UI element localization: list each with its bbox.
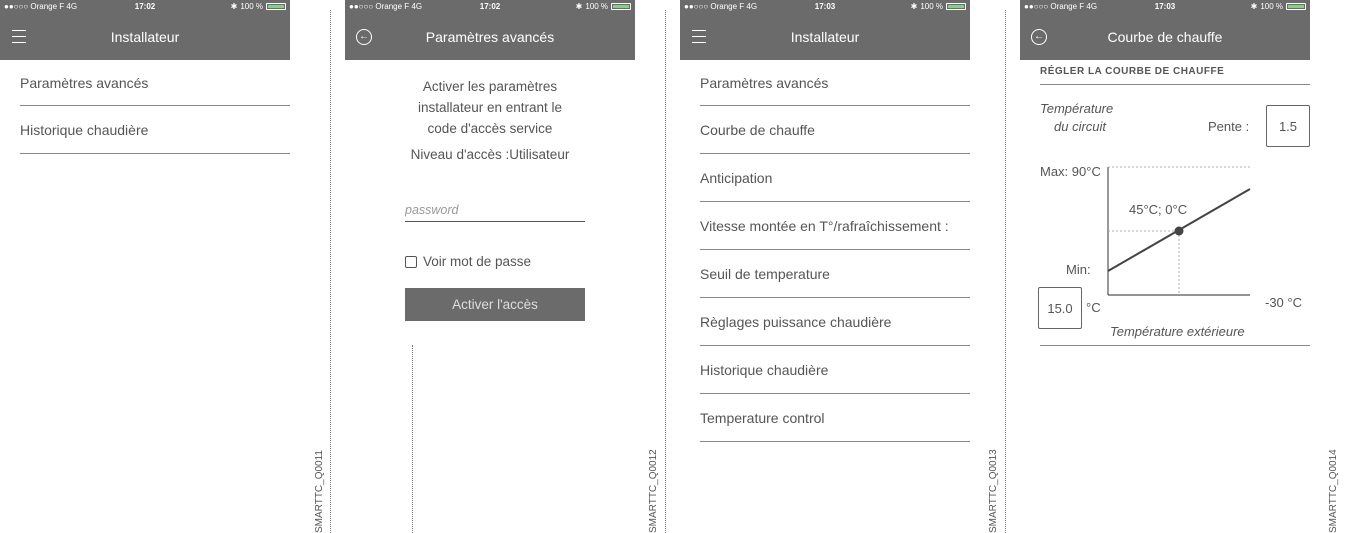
figure-code: SMARTTC_Q0011 bbox=[314, 450, 325, 533]
menu-item-courbe-de-chauffe[interactable]: Courbe de chauffe bbox=[700, 106, 970, 154]
bluetooth-icon: ✱ bbox=[910, 2, 918, 11]
battery-icon bbox=[611, 3, 631, 10]
section-divider bbox=[1040, 345, 1310, 346]
instructions-line: Activer les paramètres bbox=[422, 79, 558, 94]
battery-icon bbox=[946, 3, 966, 10]
callout-line bbox=[412, 345, 413, 533]
battery-percent: 100 % bbox=[585, 2, 608, 11]
battery-percent: 100 % bbox=[920, 2, 943, 11]
battery-icon bbox=[1286, 3, 1306, 10]
outdoor-temperature-label: Température extérieure bbox=[1110, 324, 1245, 339]
status-bar: ●●○○○ Orange F 4G 17:03 ✱ 100 % bbox=[680, 0, 970, 13]
menu-item-historique-chaudiere[interactable]: Historique chaudière bbox=[700, 346, 970, 394]
figure-code: SMARTTC_Q0012 bbox=[648, 449, 659, 533]
show-password-toggle[interactable]: Voir mot de passe bbox=[405, 254, 635, 269]
nav-bar: ← Courbe de chauffe bbox=[1020, 13, 1310, 60]
page-title: Paramètres avancés bbox=[425, 28, 555, 45]
bluetooth-icon: ✱ bbox=[1250, 2, 1258, 11]
instructions: Activer les paramètres installateur en e… bbox=[365, 76, 615, 139]
heating-curve-panel: Température du circuit Pente : 1.5 Max: … bbox=[1020, 85, 1310, 345]
menu-item-temperature-control[interactable]: Temperature control bbox=[700, 394, 970, 442]
back-arrow-icon[interactable]: ← bbox=[1030, 28, 1048, 46]
battery-percent: 100 % bbox=[1260, 2, 1283, 11]
nav-bar: Installateur bbox=[0, 13, 290, 60]
carrier-label: ●●○○○ Orange F 4G bbox=[4, 2, 78, 11]
min-temperature-unit: °C bbox=[1086, 300, 1101, 315]
min-temperature-stepper[interactable]: 15.0 bbox=[1038, 287, 1082, 329]
nav-bar: ← Paramètres avancés bbox=[345, 13, 635, 60]
page-title: Installateur bbox=[110, 28, 180, 45]
carrier-label: ●●○○○ Orange F 4G bbox=[684, 2, 758, 11]
activate-access-button[interactable]: Activer l'accès bbox=[405, 288, 585, 321]
access-level: Niveau d'accès :Utilisateur bbox=[410, 147, 570, 162]
curve-point-handle[interactable] bbox=[1174, 226, 1184, 236]
menu-item-vitesse-montee[interactable]: Vitesse montée en T°/rafraîchissement : bbox=[700, 202, 970, 250]
figure-code: SMARTTC_Q0013 bbox=[988, 449, 999, 533]
separator bbox=[330, 10, 331, 533]
status-bar: ●●○○○ Orange F 4G 17:02 ✱ 100 % bbox=[0, 0, 290, 13]
outdoor-min-label: -30 °C bbox=[1265, 295, 1302, 310]
page-title: Courbe de chauffe bbox=[1107, 28, 1223, 45]
menu-item-historique-chaudiere[interactable]: Historique chaudière bbox=[20, 106, 290, 154]
separator bbox=[1005, 10, 1006, 533]
back-arrow-icon[interactable]: ← bbox=[355, 28, 373, 46]
status-bar: ●●○○○ Orange F 4G 17:02 ✱ 100 % bbox=[345, 0, 635, 13]
menu-item-anticipation[interactable]: Anticipation bbox=[700, 154, 970, 202]
nav-bar: Installateur bbox=[680, 13, 970, 60]
menu-item-seuil-temperature[interactable]: Seuil de temperature bbox=[700, 250, 970, 298]
bluetooth-icon: ✱ bbox=[230, 2, 238, 11]
screen-installateur-basic: ●●○○○ Orange F 4G 17:02 ✱ 100 % Installa… bbox=[0, 0, 290, 533]
show-password-checkbox[interactable] bbox=[405, 255, 417, 268]
page-title: Installateur bbox=[790, 28, 860, 45]
carrier-label: ●●○○○ Orange F 4G bbox=[349, 2, 423, 11]
battery-percent: 100 % bbox=[240, 2, 263, 11]
battery-icon bbox=[266, 3, 286, 10]
instructions-line: installateur en entrant le bbox=[417, 100, 563, 115]
status-bar: ●●○○○ Orange F 4G 17:03 ✱ 100 % bbox=[1020, 0, 1310, 13]
figure-code: SMARTTC_Q0014 bbox=[1328, 449, 1339, 533]
hamburger-menu-icon[interactable] bbox=[690, 28, 708, 46]
screen-parametres-avances: ●●○○○ Orange F 4G 17:02 ✱ 100 % ← Paramè… bbox=[345, 0, 635, 533]
section-heading: RÉGLER LA COURBE DE CHAUFFE bbox=[1040, 66, 1310, 85]
screen-installateur-full: ●●○○○ Orange F 4G 17:03 ✱ 100 % Installa… bbox=[680, 0, 970, 533]
bluetooth-icon: ✱ bbox=[575, 2, 583, 11]
menu-item-reglages-puissance[interactable]: Règlages puissance chaudière bbox=[700, 298, 970, 346]
carrier-label: ●●○○○ Orange F 4G bbox=[1024, 2, 1098, 11]
screen-courbe-de-chauffe: ●●○○○ Orange F 4G 17:03 ✱ 100 % ← Courbe… bbox=[1020, 0, 1310, 533]
instructions-line: code d'accès service bbox=[427, 121, 553, 136]
menu-item-parametres-avances[interactable]: Paramètres avancés bbox=[700, 60, 970, 106]
separator bbox=[665, 10, 666, 533]
password-input[interactable] bbox=[405, 198, 585, 222]
hamburger-menu-icon[interactable] bbox=[10, 28, 28, 46]
menu-item-parametres-avances[interactable]: Paramètres avancés bbox=[20, 60, 290, 106]
show-password-label: Voir mot de passe bbox=[423, 254, 532, 269]
